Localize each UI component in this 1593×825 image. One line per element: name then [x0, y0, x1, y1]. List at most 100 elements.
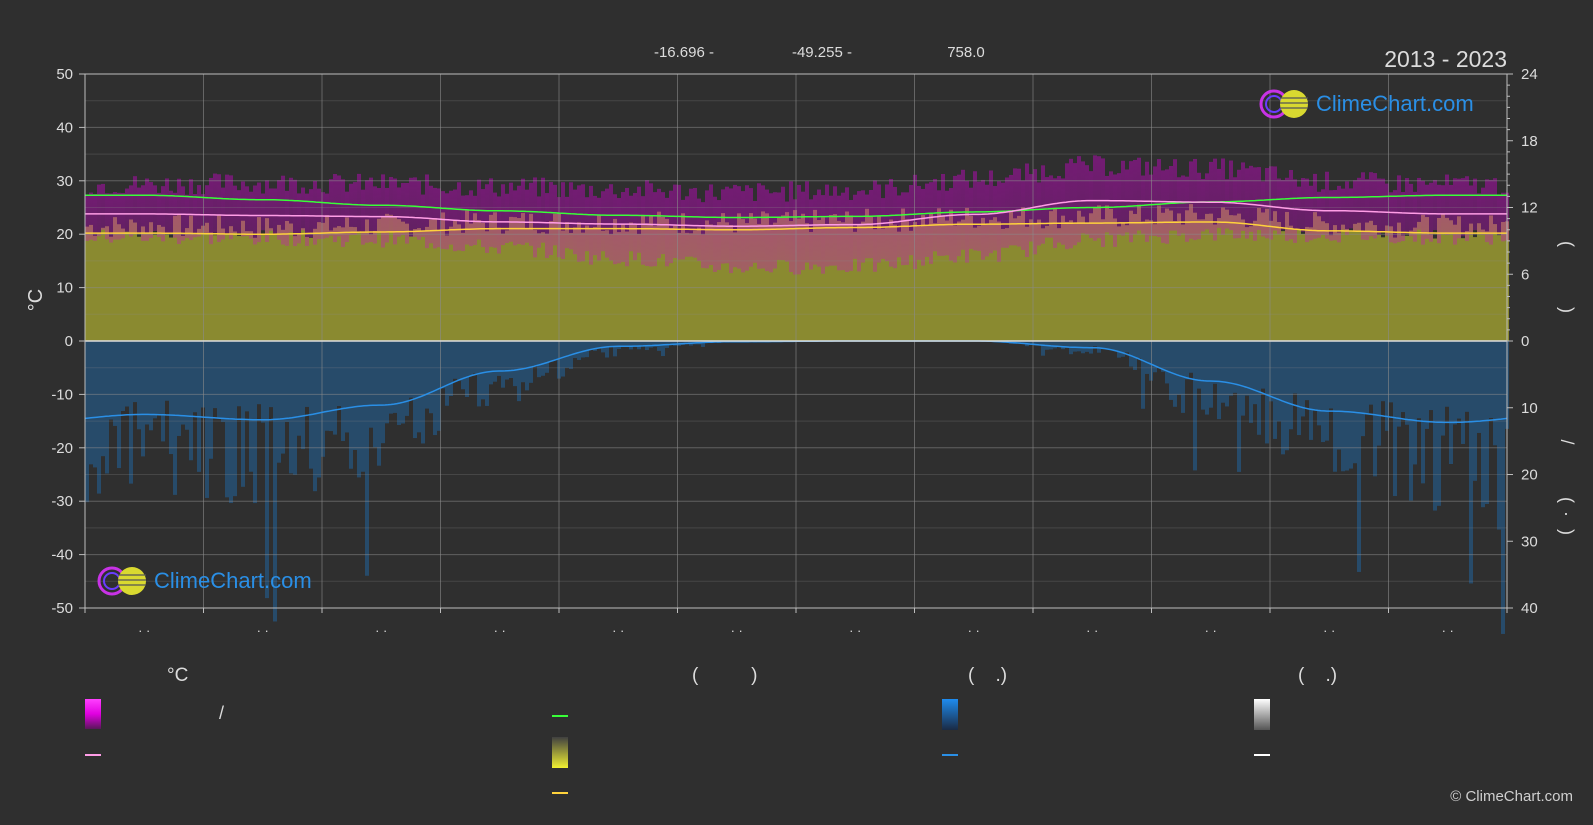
sunshine-bar	[1409, 230, 1413, 341]
temperature-bar	[301, 187, 305, 231]
sunshine-bar	[1433, 238, 1437, 341]
precipitation-bar	[269, 341, 273, 408]
sunshine-bar	[373, 230, 377, 341]
temperature-bar	[973, 171, 977, 251]
temperature-bar	[633, 193, 637, 261]
temperature-bar	[245, 186, 249, 236]
temperature-bar	[1409, 183, 1413, 237]
temperature-bar	[1225, 179, 1229, 229]
precipitation-bar	[577, 341, 581, 360]
precipitation-bar	[265, 341, 269, 599]
temperature-bar	[509, 182, 513, 242]
temperature-bar	[785, 201, 789, 262]
sunshine-bar	[221, 228, 225, 341]
temperature-bar	[685, 196, 689, 257]
precipitation-bar	[1249, 341, 1253, 423]
sunshine-bar	[1245, 227, 1249, 341]
sunshine-bar	[1473, 237, 1477, 341]
right-tick-label: 12	[1521, 200, 1538, 217]
temperature-bar	[601, 191, 605, 252]
precipitation-bar	[473, 341, 477, 374]
precipitation-bar	[573, 341, 577, 359]
sunshine-bar	[1337, 232, 1341, 341]
sunshine-bar	[97, 232, 101, 341]
sunshine-bar	[357, 231, 361, 341]
precipitation-bar	[1469, 341, 1473, 584]
precipitation-bar	[1073, 341, 1077, 352]
sunshine-bar	[1085, 223, 1089, 341]
temperature-bar	[185, 194, 189, 238]
temperature-bar	[1213, 158, 1217, 241]
temperature-bar	[469, 190, 473, 247]
sunshine-bar	[1141, 221, 1145, 341]
sunshine-bar	[89, 224, 93, 341]
precipitation-bar	[397, 341, 401, 425]
precipitation-bar	[1201, 341, 1205, 410]
sunshine-bar	[1225, 209, 1229, 341]
sunshine-bar	[361, 231, 365, 341]
right-tick-label: 0	[1521, 333, 1529, 350]
temperature-bar	[1189, 161, 1193, 239]
sunshine-bar	[505, 230, 509, 341]
temperature-bar	[341, 179, 345, 247]
precipitation-bar	[1345, 341, 1349, 471]
precipitation-bar	[1221, 341, 1225, 403]
precipitation-bar	[1445, 341, 1449, 407]
precipitation-bar	[1501, 341, 1505, 634]
temperature-bar	[157, 192, 161, 237]
precipitation-bar	[125, 341, 129, 407]
temperature-bar	[981, 179, 985, 260]
temperature-bar	[105, 193, 109, 240]
sunshine-bar	[1201, 219, 1205, 341]
temperature-bar	[1137, 157, 1141, 231]
precipitation-bar	[1085, 341, 1089, 352]
temperature-bar	[1301, 178, 1305, 232]
temperature-bar	[493, 192, 497, 248]
temperature-bar	[165, 178, 169, 234]
precipitation-bar	[629, 341, 633, 350]
sunshine-bar	[329, 230, 333, 341]
sunshine-bar	[101, 227, 105, 341]
precipitation-bar	[1305, 341, 1309, 401]
sunshine-bar	[109, 236, 113, 341]
sunshine-bar	[1361, 231, 1365, 341]
sunshine-bar	[1057, 228, 1061, 341]
precipitation-bar	[649, 341, 653, 348]
precipitation-bar	[1273, 341, 1277, 439]
precipitation-bar	[381, 341, 385, 444]
temperature-bar	[1065, 163, 1069, 250]
legend-temp-range-swatch	[85, 699, 101, 729]
temperature-bar	[941, 174, 945, 256]
precipitation-bar	[1457, 341, 1461, 419]
precipitation-bar	[1117, 341, 1121, 358]
precipitation-bar	[133, 341, 137, 403]
left-tick-label: 10	[56, 280, 73, 297]
temperature-bar	[1001, 182, 1005, 248]
precipitation-bar	[481, 341, 485, 400]
sunshine-bar	[1369, 220, 1373, 341]
temperature-bar	[1101, 158, 1105, 247]
temperature-bar	[1321, 189, 1325, 235]
temperature-bar	[533, 177, 537, 258]
precipitation-bar	[1361, 341, 1365, 437]
precipitation-bar	[469, 341, 473, 376]
sunshine-bar	[233, 231, 237, 341]
temperature-bar	[1341, 188, 1345, 230]
temperature-bar	[1309, 185, 1313, 241]
precipitation-bar	[337, 341, 341, 407]
temperature-bar	[837, 195, 841, 271]
sunshine-bar	[169, 237, 173, 341]
precipitation-bar	[453, 341, 457, 379]
temperature-bar	[841, 192, 845, 271]
precipitation-bar	[1193, 341, 1197, 471]
sunshine-bar	[413, 229, 417, 341]
temperature-bar	[953, 175, 957, 263]
temperature-bar	[445, 193, 449, 250]
sunshine-bar	[245, 231, 249, 341]
precipitation-bar	[1169, 341, 1173, 400]
temperature-bar	[977, 181, 981, 251]
temperature-bar	[737, 186, 741, 269]
right-tick-label: 24	[1521, 66, 1538, 83]
precipitation-bar	[1309, 341, 1313, 440]
sunshine-bar	[1485, 231, 1489, 341]
